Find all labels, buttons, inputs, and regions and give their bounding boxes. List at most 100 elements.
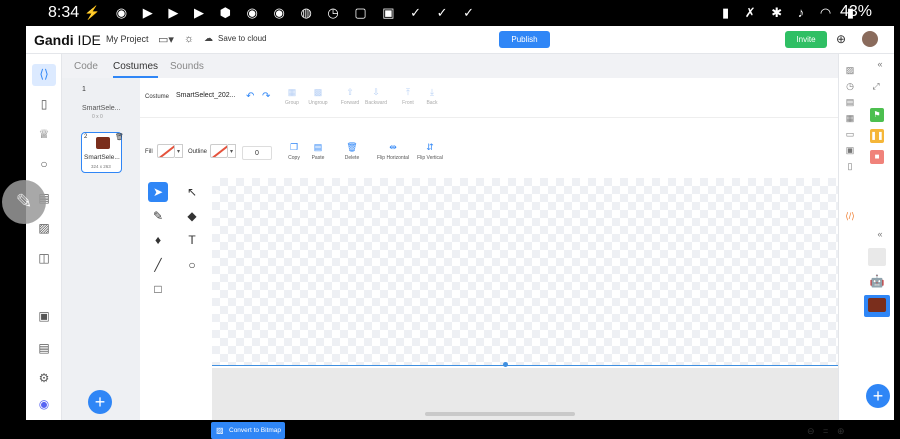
collapse-icon[interactable]: « bbox=[874, 58, 886, 70]
device-icon[interactable]: ▣ bbox=[34, 306, 54, 326]
select-tool-icon[interactable]: ➤ bbox=[148, 182, 168, 202]
pencil-edit-icon[interactable]: ✎ bbox=[2, 180, 46, 224]
costume-item-selected[interactable]: 2 🗑 SmartSele... 324 x 263 bbox=[81, 132, 124, 173]
canvas-anchor-point[interactable] bbox=[503, 362, 508, 367]
avatar[interactable] bbox=[862, 31, 878, 47]
back-icon: ⤓ bbox=[430, 87, 434, 97]
notes-icon[interactable]: ▤ bbox=[34, 338, 54, 358]
fullscreen-icon[interactable]: ⤢ bbox=[870, 80, 882, 92]
expand-icon[interactable]: « bbox=[874, 228, 886, 240]
printer-icon[interactable]: ▤ bbox=[844, 96, 856, 108]
outline-color-swatch[interactable] bbox=[210, 144, 228, 158]
add-costume-button[interactable]: + bbox=[88, 390, 112, 414]
fill-label: Fill bbox=[145, 149, 153, 155]
image-icon[interactable]: ▨ bbox=[34, 218, 54, 238]
costume-label: Costume bbox=[145, 94, 170, 100]
eraser-tool-icon[interactable]: ◆ bbox=[182, 206, 202, 226]
globe-icon[interactable]: ⊕ bbox=[836, 32, 846, 46]
backward-button[interactable]: ⇩ Backward bbox=[362, 87, 390, 106]
search-icon[interactable]: ○ bbox=[34, 154, 54, 174]
text-tool-icon[interactable]: T bbox=[182, 230, 202, 250]
delete-label: Delete bbox=[344, 155, 360, 161]
document-icon[interactable]: ▯ bbox=[844, 160, 856, 172]
code-editor-icon[interactable]: ⟨⟩ bbox=[32, 64, 56, 86]
zoom-reset-icon[interactable]: = bbox=[823, 426, 828, 436]
sprite-selected-thumbnail[interactable] bbox=[864, 295, 890, 317]
outline-dropdown[interactable]: ▾ bbox=[228, 144, 236, 158]
rectangle-tool-icon[interactable]: □ bbox=[148, 279, 168, 299]
gandi-ide-app: Gandi IDE My Project ▭▾ ☼ ☁ Save to clou… bbox=[2, 26, 894, 439]
trash-icon[interactable]: 🗑 bbox=[115, 133, 124, 141]
costume-name[interactable]: SmartSele... bbox=[82, 105, 121, 112]
group-label: Group bbox=[285, 100, 299, 106]
tab-code[interactable]: Code bbox=[74, 61, 98, 72]
toolbar-divider bbox=[140, 117, 838, 118]
green-flag-button[interactable]: ⚑ bbox=[870, 108, 884, 122]
forward-button[interactable]: ⇧ Forward bbox=[336, 87, 364, 106]
pause-button[interactable]: ❚❚ bbox=[870, 129, 884, 143]
code-icon[interactable]: ⟨/⟩ bbox=[844, 210, 856, 222]
left-sidebar: ⟨⟩ ▯ ♕ ○ ▤ ▨ ◫ ▣ ▤ ⚙ ◉ ✎ bbox=[2, 54, 62, 420]
forward-icon: ⇧ bbox=[346, 87, 354, 97]
ungroup-button[interactable]: ▩ Ungroup bbox=[304, 87, 332, 106]
outline-width-input[interactable]: 0 bbox=[242, 146, 272, 160]
fill-color-swatch[interactable] bbox=[157, 144, 175, 158]
redo-icon[interactable]: ↷ bbox=[262, 91, 270, 102]
undo-icon[interactable]: ↶ bbox=[246, 91, 254, 102]
costume-size: 0 x 0 bbox=[92, 114, 103, 120]
fill-dropdown[interactable]: ▾ bbox=[175, 144, 183, 158]
paste-button[interactable]: ▤ Paste bbox=[304, 142, 332, 161]
file-icon[interactable]: ▯ bbox=[34, 94, 54, 114]
line-tool-icon[interactable]: ╱ bbox=[148, 255, 168, 275]
trash-icon: 🗑 bbox=[346, 142, 358, 152]
history-icon[interactable]: ◷ bbox=[844, 80, 856, 92]
back-button[interactable]: ⤓ Back bbox=[418, 87, 446, 106]
convert-to-bitmap-button[interactable]: ▨ Convert to Bitmap bbox=[211, 422, 285, 439]
brush-tool-icon[interactable]: ✎ bbox=[148, 206, 168, 226]
terminal-icon[interactable]: ▭ bbox=[844, 128, 856, 140]
add-sprite-button[interactable]: + bbox=[866, 384, 890, 408]
invite-button[interactable]: Invite bbox=[785, 31, 827, 48]
stop-button[interactable]: ■ bbox=[870, 150, 884, 164]
ungroup-label: Ungroup bbox=[308, 100, 328, 106]
layers-icon[interactable]: ▦ bbox=[844, 112, 856, 124]
costume-name-input[interactable]: SmartSelect_202... bbox=[176, 92, 236, 104]
tab-sounds[interactable]: Sounds bbox=[170, 61, 204, 72]
canvas-baseline bbox=[212, 365, 851, 366]
folder-icon[interactable]: ▭▾ bbox=[158, 33, 174, 46]
circle-tool-icon[interactable]: ○ bbox=[182, 255, 202, 275]
zoom-out-icon[interactable]: ⊖ bbox=[807, 426, 815, 437]
book-icon[interactable]: ◫ bbox=[34, 248, 54, 268]
trophy-icon[interactable]: ♕ bbox=[34, 124, 54, 144]
paste-label: Paste bbox=[311, 155, 325, 161]
group-button[interactable]: ▦ Group bbox=[278, 87, 306, 106]
fill-tool-icon[interactable]: ♦ bbox=[148, 230, 168, 250]
sprite-icon[interactable]: ▣ bbox=[844, 144, 856, 156]
discord-icon[interactable]: ◉ bbox=[34, 394, 54, 414]
stage-thumbnail[interactable] bbox=[868, 248, 886, 266]
flip-horizontal-button[interactable]: ⇹ Flip Horizontal bbox=[372, 142, 414, 161]
horizontal-scrollbar[interactable] bbox=[425, 412, 575, 416]
delete-button[interactable]: 🗑 Delete bbox=[338, 142, 366, 161]
zoom-in-icon[interactable]: ⊕ bbox=[837, 426, 845, 437]
sprite-robot-thumbnail[interactable]: 🤖 bbox=[868, 272, 886, 290]
back-label: Back bbox=[426, 100, 438, 106]
tab-costumes[interactable]: Costumes bbox=[113, 61, 159, 78]
paint-editor: Costume SmartSelect_202... ↶ ↷ ▦ Group ▩ U… bbox=[140, 78, 851, 439]
invite-label: Invite bbox=[796, 35, 816, 44]
outline-label: Outline bbox=[188, 149, 208, 155]
image-icon[interactable]: ▨ bbox=[844, 64, 856, 76]
battery-level: 43% bbox=[840, 3, 873, 20]
flip-vertical-button[interactable]: ⇵ Flip Vertical bbox=[412, 142, 448, 161]
lightbulb-icon[interactable]: ☼ bbox=[184, 33, 194, 45]
save-to-cloud-button[interactable]: Save to cloud bbox=[218, 34, 266, 43]
stage-panel: « ⤢ ⚑ ❚❚ ■ « 🤖 + bbox=[860, 54, 894, 420]
reshape-tool-icon[interactable]: ↖ bbox=[182, 182, 202, 202]
status-bar: 8:34 ⚡ ◉ ▶ ▶ ▶ ⬢ ◉ ◉ ◍ ◷ ▢ ▣ ✓ ✓ ✓ ▮ ✗ ✱… bbox=[0, 0, 900, 26]
project-name[interactable]: My Project bbox=[106, 34, 149, 44]
editor-tabs: Code Costumes Sounds bbox=[62, 54, 838, 78]
publish-button[interactable]: Publish bbox=[499, 31, 550, 48]
gear-icon[interactable]: ⚙ bbox=[34, 368, 54, 388]
app-logo[interactable]: Gandi IDE bbox=[34, 32, 101, 48]
drawing-canvas[interactable] bbox=[212, 178, 851, 367]
